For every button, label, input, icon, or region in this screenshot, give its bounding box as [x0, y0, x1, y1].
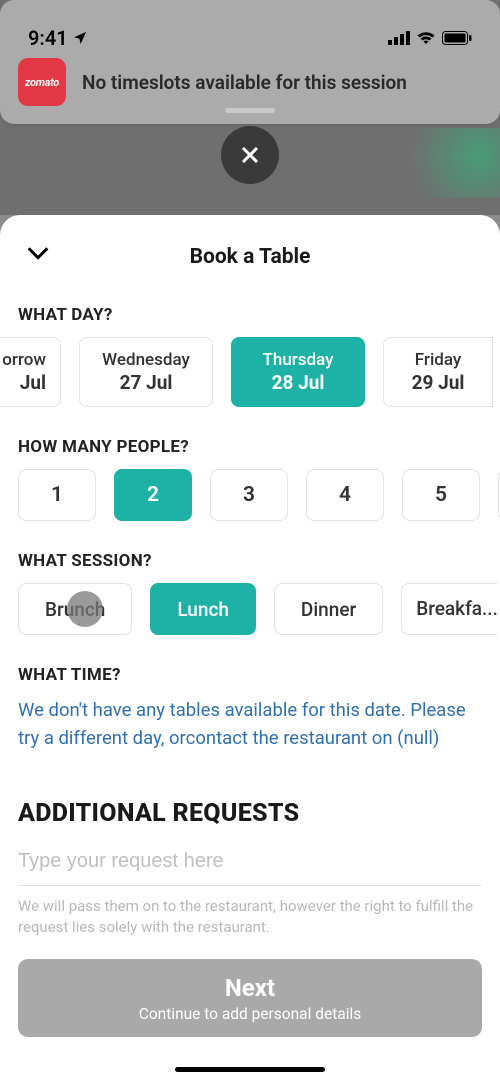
day-option[interactable]: orrow Jul: [0, 337, 61, 407]
session-option-dinner[interactable]: Dinner: [274, 583, 383, 635]
session-selector[interactable]: Brunch Lunch Dinner Breakfa...: [0, 583, 500, 635]
booking-sheet: Book a Table WHAT DAY? orrow Jul Wednesd…: [0, 215, 500, 1080]
label-what-time: WHAT TIME?: [0, 665, 500, 685]
additional-requests-heading: ADDITIONAL REQUESTS: [0, 799, 500, 828]
tap-indicator: [67, 591, 103, 627]
people-option[interactable]: 4: [306, 469, 384, 521]
label-how-many: HOW MANY PEOPLE?: [0, 437, 500, 457]
home-indicator[interactable]: [175, 1067, 325, 1072]
background-accent: [390, 128, 500, 198]
label-what-day: WHAT DAY?: [0, 305, 500, 325]
next-button-title: Next: [225, 974, 275, 1002]
request-disclaimer: We will pass them on to the restaurant, …: [0, 886, 500, 940]
day-option[interactable]: Friday 29 Jul: [383, 337, 493, 407]
cellular-icon: [388, 31, 410, 45]
close-icon: [238, 143, 262, 167]
session-option-lunch[interactable]: Lunch: [150, 583, 256, 635]
day-selector[interactable]: orrow Jul Wednesday 27 Jul Thursday 28 J…: [0, 337, 499, 407]
session-option-breakfast[interactable]: Breakfa...: [401, 583, 497, 635]
day-option[interactable]: Wednesday 27 Jul: [79, 337, 213, 407]
request-input-wrap: [18, 842, 482, 886]
banner-handle[interactable]: [225, 108, 275, 113]
day-option-selected[interactable]: Thursday 28 Jul: [231, 337, 365, 407]
next-button[interactable]: Next Continue to add personal details: [18, 959, 482, 1037]
wifi-icon: [416, 31, 436, 45]
people-option[interactable]: 3: [210, 469, 288, 521]
next-button-sub: Continue to add personal details: [139, 1005, 361, 1023]
people-selector[interactable]: 1 2 3 4 5: [0, 469, 500, 521]
people-option[interactable]: 5: [402, 469, 480, 521]
collapse-chevron-icon[interactable]: [24, 239, 52, 267]
close-button[interactable]: [221, 126, 279, 184]
battery-icon: [442, 31, 472, 45]
sheet-title: Book a Table: [190, 245, 311, 269]
status-time: 9:41: [28, 26, 68, 50]
people-option[interactable]: 1: [18, 469, 96, 521]
location-arrow-icon: [72, 30, 88, 46]
no-availability-message: We don't have any tables available for t…: [0, 697, 500, 753]
people-option-selected[interactable]: 2: [114, 469, 192, 521]
app-logo: zomato: [18, 58, 66, 106]
banner-message: No timeslots available for this session: [82, 71, 407, 94]
request-input[interactable]: [18, 850, 482, 873]
label-what-session: WHAT SESSION?: [0, 551, 500, 571]
status-bar: 9:41: [0, 22, 500, 54]
screen: 9:41 zomato No timeslots available for t…: [0, 0, 500, 1080]
